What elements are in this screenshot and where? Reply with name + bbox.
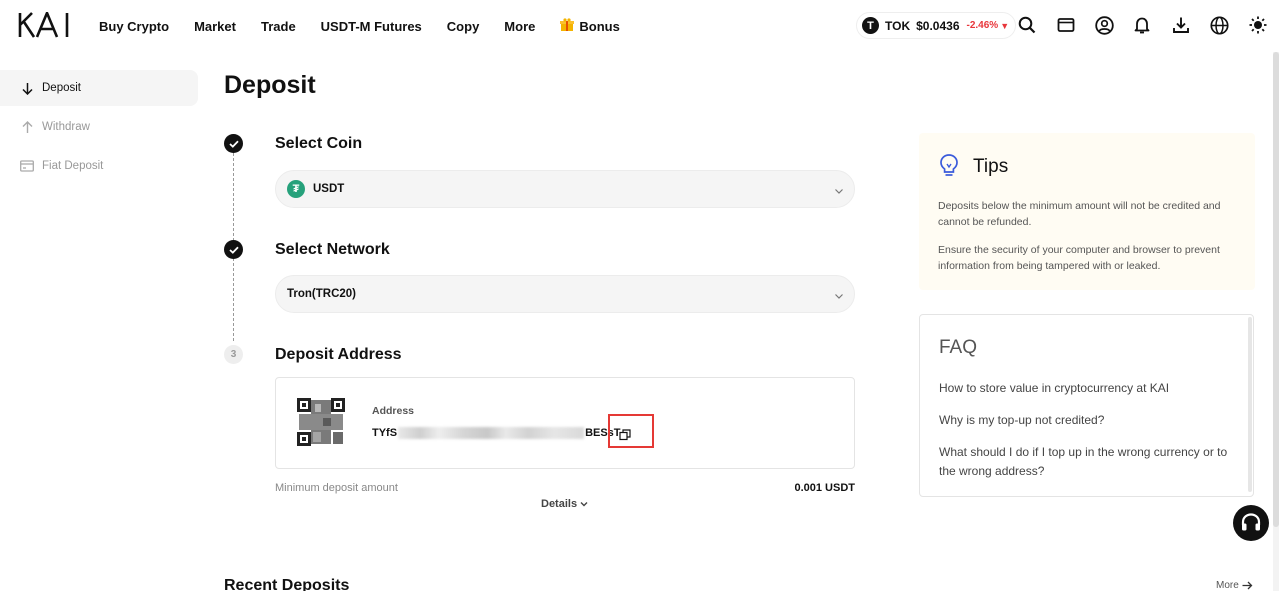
theme-icon[interactable]: [1248, 15, 1268, 35]
tip-text: Deposits below the minimum amount will n…: [938, 200, 1221, 228]
caret-down-icon: ▼: [1000, 20, 1010, 31]
nav-bonus[interactable]: Bonus: [560, 18, 620, 34]
faq-item[interactable]: Why is my top-up not credited?: [939, 411, 1239, 430]
page-scrollbar-thumb[interactable]: [1273, 52, 1279, 527]
gift-icon: [560, 18, 575, 34]
tips-title: Tips: [973, 156, 1009, 177]
min-deposit-value: 0.001 USDT: [794, 482, 855, 494]
user-icon[interactable]: [1094, 15, 1114, 35]
chevron-down-icon: [580, 500, 588, 508]
address-label: Address: [372, 405, 415, 417]
coin-select-value: USDT: [313, 183, 345, 195]
search-icon[interactable]: [1017, 15, 1037, 35]
page-title: Deposit: [224, 71, 316, 99]
recent-more-link[interactable]: More: [1216, 580, 1253, 591]
wallet-icon[interactable]: [1056, 15, 1076, 35]
chevron-down-icon: [834, 288, 844, 306]
sidebar: Deposit Withdraw Fiat Deposit: [0, 70, 198, 187]
step-1-check-icon: [224, 134, 243, 153]
faq-item[interactable]: How to store value in cryptocurrency at …: [939, 379, 1239, 398]
globe-icon[interactable]: [1209, 15, 1229, 35]
details-toggle[interactable]: Details: [541, 498, 588, 510]
deposit-address-card: Address TYfS BESsT: [275, 377, 855, 469]
nav-usdt-m-futures[interactable]: USDT-M Futures: [321, 19, 422, 34]
step-title-deposit-address: Deposit Address: [275, 346, 402, 363]
nav-copy[interactable]: Copy: [447, 19, 480, 34]
step-title-select-coin: Select Coin: [275, 135, 363, 152]
more-label: More: [1216, 580, 1239, 591]
details-label: Details: [541, 498, 578, 510]
address-redacted: [398, 427, 585, 439]
chevron-down-icon: [834, 183, 844, 201]
nav-market[interactable]: Market: [194, 19, 236, 34]
recent-deposits-title: Recent Deposits: [224, 577, 350, 591]
sidebar-item-fiat-deposit[interactable]: Fiat Deposit: [0, 148, 198, 184]
main-nav: Buy Crypto Market Trade USDT-M Futures C…: [99, 0, 645, 52]
faq-item[interactable]: What should I do if I top up in the wron…: [939, 443, 1239, 481]
sidebar-item-deposit[interactable]: Deposit: [0, 70, 198, 106]
step-title-select-network: Select Network: [275, 241, 390, 258]
ticker-symbol: TOK: [885, 18, 911, 33]
arrow-right-icon: [1242, 581, 1253, 590]
card-icon: [20, 159, 34, 173]
nav-bonus-label: Bonus: [579, 18, 620, 34]
support-headset-icon[interactable]: [1233, 505, 1269, 541]
address-prefix: TYfS: [372, 427, 398, 439]
page-scrollbar[interactable]: [1273, 52, 1279, 591]
address-value: TYfS BESsT: [372, 427, 621, 439]
min-deposit-label: Minimum deposit amount: [275, 482, 398, 494]
tips-panel: Tips Deposits below the minimum amount w…: [919, 133, 1255, 290]
sidebar-item-label: Withdraw: [42, 121, 90, 133]
nav-more[interactable]: More: [504, 19, 535, 34]
step-2-check-icon: [224, 240, 243, 259]
tip-text: Ensure the security of your computer and…: [938, 244, 1220, 272]
ticker-change: -2.46%: [966, 20, 999, 31]
kai-logo-icon: [18, 12, 69, 38]
ticker-tok[interactable]: T TOK $0.0436 -2.46% ▼: [856, 12, 1017, 39]
top-header: Buy Crypto Market Trade USDT-M Futures C…: [0, 0, 1280, 52]
sidebar-item-label: Deposit: [42, 82, 81, 94]
faq-panel: FAQ How to store value in cryptocurrency…: [919, 314, 1254, 497]
step-3-number: 3: [224, 345, 243, 364]
ticker-price: $0.0436: [916, 18, 960, 33]
kai-logo[interactable]: [18, 12, 74, 38]
tok-coin-icon: T: [862, 17, 879, 34]
coin-select[interactable]: ₮ USDT: [275, 170, 855, 208]
arrow-down-icon: [20, 81, 34, 95]
arrow-up-icon: [20, 120, 34, 134]
network-select[interactable]: Tron(TRC20): [275, 275, 855, 313]
nav-trade[interactable]: Trade: [261, 19, 296, 34]
network-select-value: Tron(TRC20): [287, 288, 356, 300]
faq-title: FAQ: [939, 337, 978, 358]
copy-icon[interactable]: [619, 428, 631, 441]
bell-icon[interactable]: [1132, 15, 1152, 35]
lightbulb-icon: [938, 153, 960, 182]
faq-scrollbar[interactable]: [1248, 317, 1252, 492]
sidebar-item-withdraw[interactable]: Withdraw: [0, 109, 198, 145]
nav-buy-crypto[interactable]: Buy Crypto: [99, 19, 169, 34]
copy-highlight-box: [608, 414, 654, 448]
qr-code-icon[interactable]: [297, 398, 345, 446]
usdt-icon: ₮: [287, 180, 305, 198]
sidebar-item-label: Fiat Deposit: [42, 160, 104, 172]
download-icon[interactable]: [1171, 15, 1191, 35]
